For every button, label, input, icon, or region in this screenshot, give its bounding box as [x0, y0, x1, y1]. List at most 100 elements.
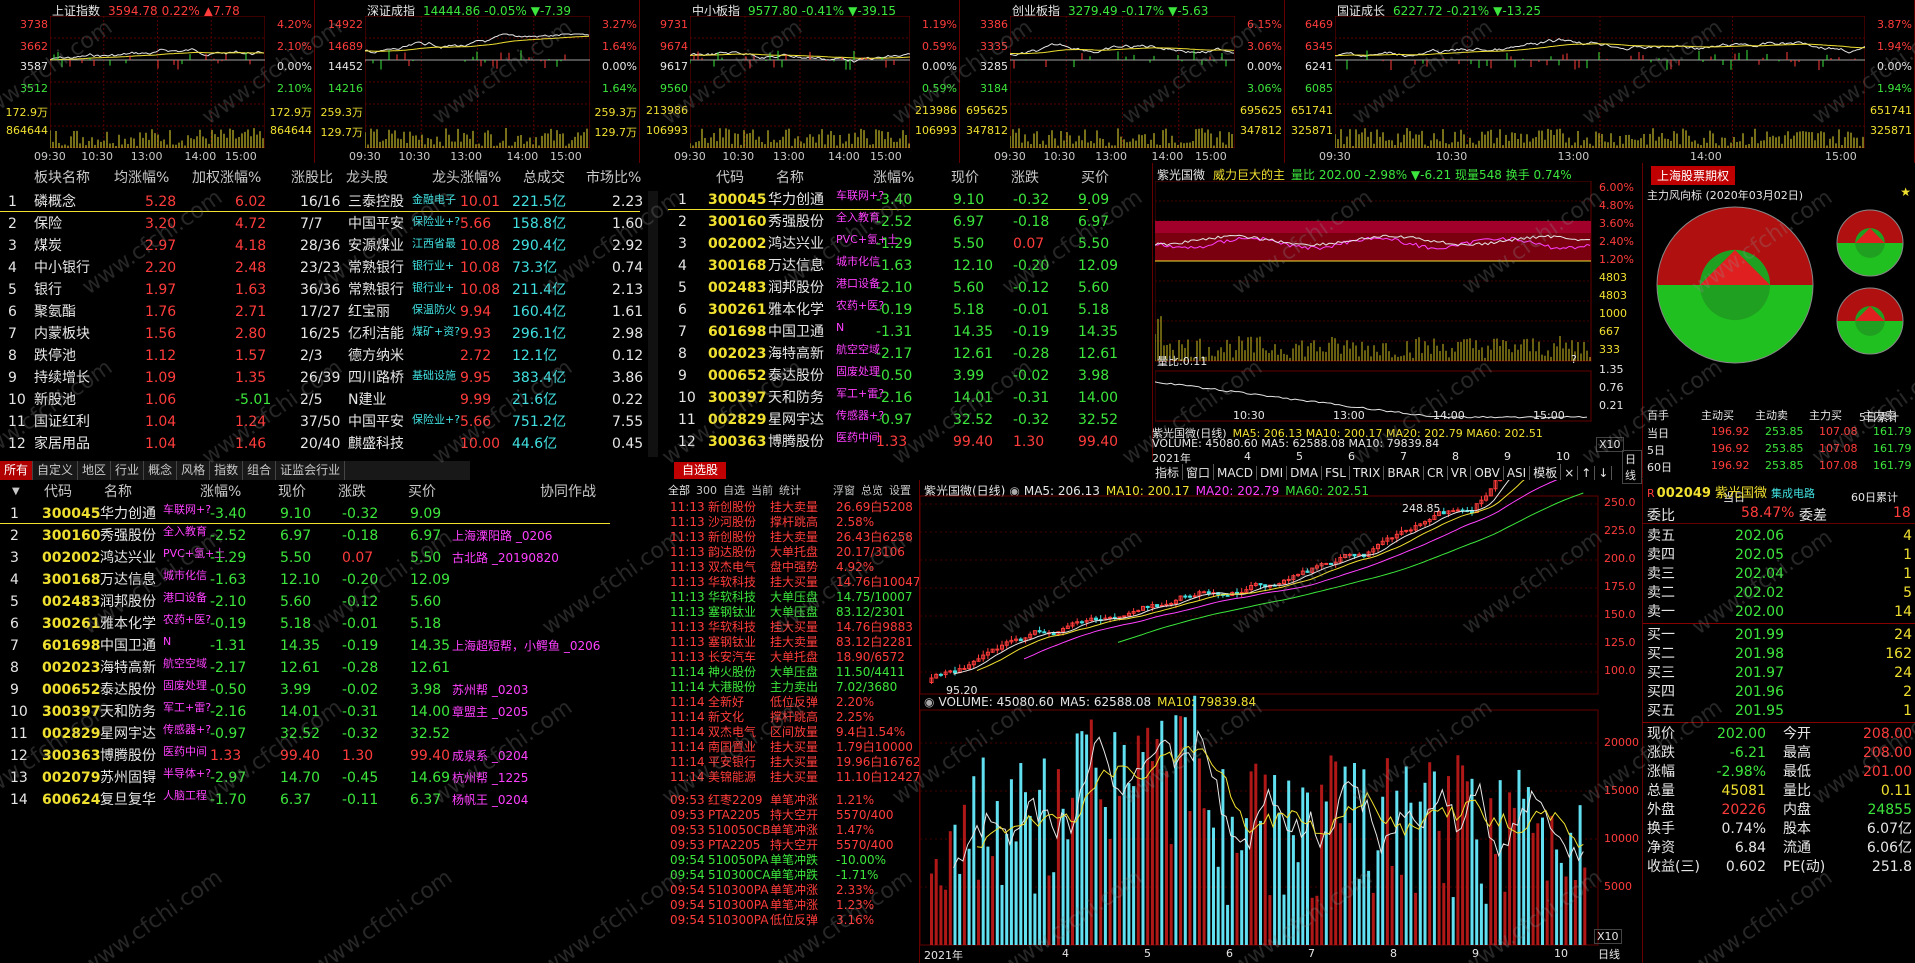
indicator-tab[interactable]: VR [1448, 466, 1472, 480]
table-row[interactable]: 11 国证红利 1.04 1.24 37/50 中国平安 5.66 751.2亿 7.55 保险业… [0, 411, 660, 433]
book-level-row[interactable]: 买五 201.95 1 [1643, 702, 1915, 721]
alert-title[interactable]: 自选股 [674, 462, 727, 479]
help-icon[interactable]: ? [1571, 353, 1577, 366]
col-delta[interactable]: 涨跌 [1011, 167, 1039, 189]
col-bid[interactable]: 买价 [1081, 167, 1109, 189]
alert-row[interactable]: 11:13 华软科技 大单压盘 14.75/10007 [668, 590, 918, 605]
alert-row[interactable]: 11:13 韵达股份 大单托盘 20.17/3106 [668, 545, 918, 560]
category-tab[interactable]: 地区 [78, 461, 112, 480]
col-sector-name[interactable]: 板块名称 [34, 167, 90, 189]
alert-row[interactable]: 11:13 新创股份 挂大卖量 26.69白5208 [668, 500, 918, 515]
category-tab[interactable]: 概念 [144, 461, 178, 480]
table-row[interactable]: 14 600624 复旦复华 人脑工程 -1.70 6.37 -0.11 6.37 杨帆王 _0… [0, 789, 660, 811]
table-row[interactable]: 9 000652 泰达股份 固废处理 -0.50 3.99 -0.02 3.98 苏州帮 _02… [0, 679, 660, 701]
alert-row[interactable]: 11:14 全新好 低位反弹 2.20% [668, 695, 918, 710]
category-tab[interactable]: 所有 [0, 461, 34, 480]
alert-row[interactable]: 11:13 沙河股份 撑杆跳高 2.58% [668, 515, 918, 530]
alert-tab[interactable]: 全部 [668, 484, 690, 497]
book-level-row[interactable]: 买三 201.97 24 [1643, 664, 1915, 683]
col-change[interactable]: 涨幅% [873, 167, 914, 189]
indicator-tab[interactable]: FSL [1322, 466, 1350, 480]
table-row[interactable]: 3 002002 鸿达兴业 PVC+氢+土 -1.29 5.50 0.07 5.50 [668, 233, 1116, 255]
indicator-tab[interactable]: ↓ [1595, 466, 1613, 480]
alert-row[interactable]: 09:54 510300PA 单笔冲涨 1.23% [668, 898, 918, 913]
table-row[interactable]: 12 300363 博腾股份 医药中间 1.33 99.40 1.30 99.40 成泉系 _0… [0, 745, 660, 767]
book-level-row[interactable]: 卖三 202.04 1 [1643, 565, 1915, 584]
table-row[interactable]: 7 601698 中国卫通 N -1.31 14.35 -0.19 14.35 上海超短帮，小鳄… [0, 635, 660, 657]
alert-row[interactable]: 11:13 华软科技 挂大买量 14.76白10047 [668, 575, 921, 590]
alert-row[interactable]: 11:13 双杰电气 盘中强势 4.92% [668, 560, 918, 575]
alert-row[interactable]: 11:13 塞钢钛业 挂大卖量 83.12白2281 [668, 635, 918, 650]
col-coop[interactable]: 协同作战 [540, 481, 596, 503]
table-row[interactable]: 4 中小银行 2.20 2.48 23/23 常熟银行 10.08 73.3亿 0.74 银行业+ [0, 257, 660, 279]
col-weighted-change[interactable]: 加权涨幅% [192, 167, 261, 189]
table-row[interactable]: 1 300045 华力创通 车联网+? -3.40 9.10 -0.32 9.09 [0, 503, 660, 525]
col-name[interactable]: 名称 [104, 481, 132, 503]
sort-arrow-icon[interactable]: ▼ [12, 481, 20, 503]
book-level-row[interactable]: 卖一 202.00 14 [1643, 603, 1915, 622]
indicator-tab[interactable]: TRIX [1350, 466, 1385, 480]
col-leader[interactable]: 龙头股 [346, 167, 388, 189]
alert-row[interactable]: 09:53 510050CB 单笔冲涨 1.47% [668, 823, 918, 838]
indicator-tab[interactable]: × [1561, 466, 1579, 480]
table-row[interactable]: 5 002483 润邦股份 港口设备 -2.10 5.60 -0.12 5.60 [668, 277, 1116, 299]
table-row[interactable]: 10 300397 天和防务 军工+雷? -2.16 14.01 -0.31 14.00 章盟主… [0, 701, 660, 723]
indicator-tab[interactable]: CR [1424, 466, 1448, 480]
alert-row[interactable]: 09:54 510050PA 单笔冲跌 -10.00% [668, 853, 918, 868]
mini-chart-2[interactable]: 中小板指 9577.80 -0.41% ▼-39.15 9731 9674 9617 9560… [640, 0, 960, 163]
table-row[interactable]: 4 300168 万达信息 城市化信 -1.63 12.10 -0.20 12.09 [668, 255, 1118, 277]
col-delta[interactable]: 涨跌 [338, 481, 366, 503]
alert-row[interactable]: 09:53 PTA2205 持大空开 5570/400 [668, 838, 918, 853]
col-bid[interactable]: 买价 [408, 481, 436, 503]
category-tab[interactable]: 指数 [210, 461, 244, 480]
category-tab[interactable]: 组合 [243, 461, 277, 480]
table-row[interactable]: 3 002002 鸿达兴业 PVC+氢+土 -1.29 5.50 0.07 5.50 古北路 _… [0, 547, 660, 569]
indicator-tab[interactable]: 窗口 [1183, 464, 1215, 480]
book-level-row[interactable]: 买二 201.98 162 [1643, 645, 1915, 664]
table-row[interactable]: 10 300397 天和防务 军工+雷? -2.16 14.01 -0.31 14.00 [668, 387, 1118, 409]
table-row[interactable]: 8 跌停池 1.12 1.57 2/3 德方纳米 2.72 12.1亿 0.12 [0, 345, 660, 367]
alert-row[interactable]: 09:53 红枣2209 单笔冲涨 1.21% [668, 793, 918, 808]
table-row[interactable]: 5 002483 润邦股份 港口设备 -2.10 5.60 -0.12 5.60 [0, 591, 660, 613]
alert-row[interactable]: 11:14 南国置业 挂大买量 1.79白10000 [668, 740, 918, 755]
alert-row[interactable]: 11:14 神火股份 大单压盘 11.50/4411 [668, 665, 918, 680]
col-up-ratio[interactable]: 涨股比 [291, 167, 333, 189]
mini-chart-0[interactable]: 上证指数 3594.78 0.22% ▲7.78 3738 3662 3587 3512 172… [0, 0, 315, 163]
table-row[interactable]: 11 002829 星网宇达 传感器+? -0.97 32.52 -0.32 32.52 [0, 723, 660, 745]
table-row[interactable]: 12 家居用品 1.04 1.46 20/40 麒盛科技 10.00 44.6亿 0.45 [0, 433, 660, 455]
table-row[interactable]: 8 002023 海特高新 航空空域 -2.17 12.61 -0.28 12.61 [668, 343, 1118, 365]
indicator-tab[interactable]: BRAR [1384, 466, 1425, 480]
strip-btn[interactable]: X10 [1596, 437, 1624, 452]
indicator-tab[interactable]: ↑ [1578, 466, 1596, 480]
table-row[interactable]: 6 聚氨酯 1.76 2.71 17/27 红宝丽 9.94 160.4亿 1.61 保温防火 [0, 301, 660, 323]
indicator-tab[interactable]: ASI [1504, 466, 1531, 480]
table-row[interactable]: 7 内蒙板块 1.56 2.80 16/25 亿利洁能 9.93 296.1亿 2.98 煤矿+资… [0, 323, 660, 345]
col-change[interactable]: 涨幅% [200, 481, 241, 503]
alert-row[interactable]: 09:54 510300PA 低位反弹 3.16% [668, 913, 918, 928]
alert-row[interactable]: 11:14 平安银行 挂大买量 19.96白16762 [668, 755, 921, 770]
category-tab[interactable]: 证监会行业 [276, 461, 346, 480]
indicator-tab[interactable]: DMI [1257, 466, 1288, 480]
table-row[interactable]: 6 300261 雅本化学 农药+医? -0.19 5.18 -0.01 5.18 [0, 613, 660, 635]
category-tab[interactable]: 自定义 [33, 461, 79, 480]
table-row[interactable]: 3 煤炭 2.97 4.18 28/36 安源煤业 10.08 290.4亿 2.92 江西省最 [0, 235, 660, 257]
indicator-tab[interactable]: MACD [1214, 466, 1258, 480]
table-row[interactable]: 12 300363 博腾股份 医药中间 1.33 99.40 1.30 99.40 [668, 431, 1118, 453]
indicator-tab[interactable]: 模板 [1530, 464, 1562, 480]
col-avg-change[interactable]: 均涨幅% [114, 167, 169, 189]
book-level-row[interactable]: 买一 201.99 24 [1643, 626, 1915, 645]
category-tab[interactable]: 风格 [177, 461, 211, 480]
col-code[interactable]: 代码 [716, 167, 744, 189]
indicator-tab[interactable]: DMA [1287, 466, 1322, 480]
table-row[interactable]: 9 持续增长 1.09 1.35 26/39 四川路桥 9.95 383.4亿 3.86 基础设施 [0, 367, 660, 389]
table-row[interactable]: 4 300168 万达信息 城市化信 -1.63 12.10 -0.20 12.09 [0, 569, 660, 591]
alert-tab[interactable]: 统计 [779, 484, 801, 497]
alert-row[interactable]: 09:54 510300CA 单笔冲跌 -1.71% [668, 868, 918, 883]
alert-tab[interactable]: 设置 [889, 484, 911, 497]
table-row[interactable]: 1 300045 华力创通 车联网+? -3.40 9.10 -0.32 9.09 [668, 189, 1116, 211]
col-leader-change[interactable]: 龙头涨幅% [432, 167, 501, 189]
alert-row[interactable]: 11:13 塞钢钛业 大单压盘 83.12/2301 [668, 605, 918, 620]
table-row[interactable]: 1 磷概念 5.28 6.02 16/16 三泰控股 10.01 221.5亿 2.23 金融电子 [0, 191, 660, 213]
star-icon[interactable]: ★ [1900, 185, 1911, 199]
table-row[interactable]: 10 新股池 1.06 -5.01 2/5 N建业 9.99 21.6亿 0.22 [0, 389, 660, 411]
